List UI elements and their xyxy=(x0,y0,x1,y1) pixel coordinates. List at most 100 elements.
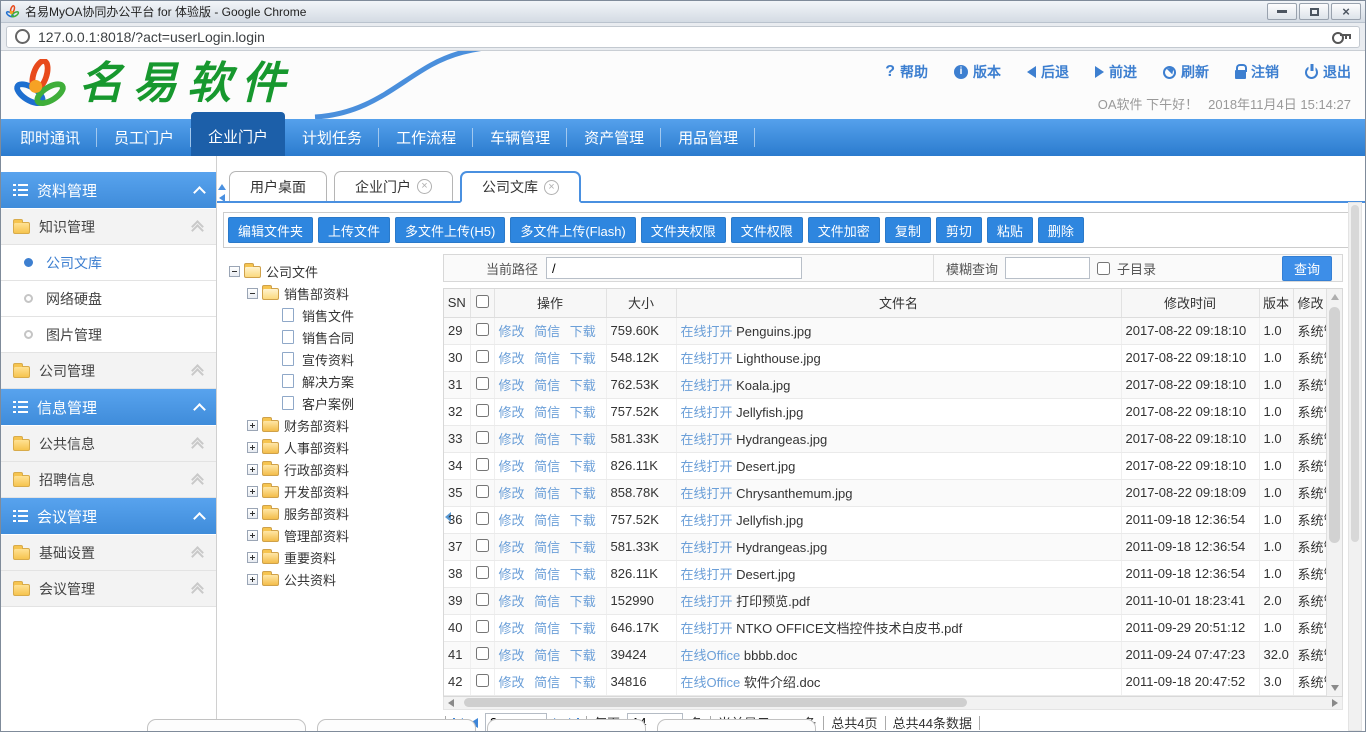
content-tab[interactable]: 企业门户 × xyxy=(334,171,453,201)
sidebar-item[interactable]: 会议管理 xyxy=(1,571,216,607)
tree-node[interactable]: 财务部资料 xyxy=(227,414,443,436)
search-input[interactable] xyxy=(1005,257,1090,279)
download-link[interactable]: 下载 xyxy=(570,405,596,420)
select-all-checkbox[interactable] xyxy=(476,295,489,308)
row-checkbox[interactable] xyxy=(476,323,489,336)
back-link[interactable]: 后退 xyxy=(1027,62,1069,82)
row-checkbox[interactable] xyxy=(476,620,489,633)
sidebar-item[interactable]: 公司管理 xyxy=(1,353,216,389)
toolbar-button[interactable]: 剪切 xyxy=(936,217,982,243)
double-chevron-up-icon[interactable] xyxy=(192,365,204,377)
row-checkbox[interactable] xyxy=(476,647,489,660)
maximize-button[interactable] xyxy=(1299,3,1329,20)
nav-tab[interactable]: 计划任务 xyxy=(285,119,379,156)
open-online-link[interactable]: 在线打开 xyxy=(681,621,733,636)
nav-tab[interactable]: 用品管理 xyxy=(661,119,755,156)
edit-link[interactable]: 修改 xyxy=(499,567,525,582)
message-link[interactable]: 简信 xyxy=(534,459,560,474)
open-online-link[interactable]: 在线打开 xyxy=(681,459,733,474)
download-link[interactable]: 下载 xyxy=(570,432,596,447)
tree-node[interactable]: 销售合同 xyxy=(227,326,443,348)
open-online-link[interactable]: 在线Office xyxy=(681,648,741,663)
nav-tab[interactable]: 车辆管理 xyxy=(473,119,567,156)
download-link[interactable]: 下载 xyxy=(570,621,596,636)
nav-tab[interactable]: 员工门户 xyxy=(97,119,191,156)
edit-link[interactable]: 修改 xyxy=(499,459,525,474)
subdir-checkbox[interactable] xyxy=(1097,262,1110,275)
url-input[interactable]: 127.0.0.1:8018/?act=userLogin.login xyxy=(6,26,1360,48)
table-horizontal-scrollbar[interactable] xyxy=(443,697,1343,710)
download-link[interactable]: 下载 xyxy=(570,648,596,663)
toolbar-button[interactable]: 文件夹权限 xyxy=(641,217,726,243)
nav-tab[interactable]: 即时通讯 xyxy=(3,119,97,156)
edit-link[interactable]: 修改 xyxy=(499,621,525,636)
nav-tab[interactable]: 资产管理 xyxy=(567,119,661,156)
message-link[interactable]: 简信 xyxy=(534,648,560,663)
close-tab-icon[interactable]: × xyxy=(417,179,432,194)
double-chevron-up-icon[interactable] xyxy=(192,547,204,559)
nav-tab[interactable]: 工作流程 xyxy=(379,119,473,156)
row-checkbox[interactable] xyxy=(476,512,489,525)
edit-link[interactable]: 修改 xyxy=(499,540,525,555)
open-online-link[interactable]: 在线打开 xyxy=(681,432,733,447)
toolbar-button[interactable]: 文件加密 xyxy=(808,217,880,243)
message-link[interactable]: 简信 xyxy=(534,405,560,420)
double-chevron-up-icon[interactable] xyxy=(192,221,204,233)
content-tab[interactable]: 公司文库 × xyxy=(460,171,581,203)
sidebar-item[interactable]: 基础设置 xyxy=(1,535,216,571)
tree-toggle-icon[interactable] xyxy=(247,288,258,299)
download-link[interactable]: 下载 xyxy=(570,459,596,474)
download-link[interactable]: 下载 xyxy=(570,351,596,366)
open-online-link[interactable]: 在线打开 xyxy=(681,351,733,366)
row-checkbox[interactable] xyxy=(476,431,489,444)
edit-link[interactable]: 修改 xyxy=(499,486,525,501)
sidebar-item[interactable]: 公共信息 xyxy=(1,426,216,462)
page-info-icon[interactable] xyxy=(15,29,30,44)
tree-node[interactable]: 解决方案 xyxy=(227,370,443,392)
download-link[interactable]: 下载 xyxy=(570,378,596,393)
toolbar-button[interactable]: 删除 xyxy=(1038,217,1084,243)
sidebar-item[interactable]: 信息管理 xyxy=(1,389,216,426)
message-link[interactable]: 简信 xyxy=(534,594,560,609)
tree-node[interactable]: 重要资料 xyxy=(227,546,443,568)
download-link[interactable]: 下载 xyxy=(570,594,596,609)
sidebar-item[interactable]: 会议管理 xyxy=(1,498,216,535)
tree-toggle-icon[interactable] xyxy=(247,420,258,431)
toolbar-button[interactable]: 复制 xyxy=(885,217,931,243)
content-tab[interactable]: 用户桌面 × xyxy=(229,171,327,201)
row-checkbox[interactable] xyxy=(476,539,489,552)
edit-link[interactable]: 修改 xyxy=(499,513,525,528)
message-link[interactable]: 简信 xyxy=(534,540,560,555)
tree-node[interactable]: 销售文件 xyxy=(227,304,443,326)
message-link[interactable]: 简信 xyxy=(534,324,560,339)
download-link[interactable]: 下载 xyxy=(570,486,596,501)
edit-link[interactable]: 修改 xyxy=(499,405,525,420)
message-link[interactable]: 简信 xyxy=(534,675,560,690)
message-link[interactable]: 简信 xyxy=(534,621,560,636)
open-online-link[interactable]: 在线打开 xyxy=(681,567,733,582)
download-link[interactable]: 下载 xyxy=(570,513,596,528)
tree-node[interactable]: 人事部资料 xyxy=(227,436,443,458)
tree-toggle-icon[interactable] xyxy=(247,442,258,453)
edit-link[interactable]: 修改 xyxy=(499,324,525,339)
tree-toggle-icon[interactable] xyxy=(247,574,258,585)
double-chevron-up-icon[interactable] xyxy=(192,438,204,450)
table-vertical-scrollbar[interactable] xyxy=(1326,289,1342,696)
tree-toggle-icon[interactable] xyxy=(247,486,258,497)
scroll-left-icon[interactable] xyxy=(448,699,454,707)
message-link[interactable]: 简信 xyxy=(534,567,560,582)
sidebar-item[interactable]: 资料管理 xyxy=(1,172,216,209)
scroll-right-icon[interactable] xyxy=(1332,699,1338,707)
edit-link[interactable]: 修改 xyxy=(499,432,525,447)
sidebar-item[interactable]: 图片管理 xyxy=(1,317,216,353)
double-chevron-up-icon[interactable] xyxy=(192,474,204,486)
minimize-button[interactable] xyxy=(1267,3,1297,20)
message-link[interactable]: 简信 xyxy=(534,378,560,393)
tree-toggle-icon[interactable] xyxy=(247,530,258,541)
double-chevron-up-icon[interactable] xyxy=(192,583,204,595)
edit-link[interactable]: 修改 xyxy=(499,648,525,663)
message-link[interactable]: 简信 xyxy=(534,351,560,366)
key-icon[interactable] xyxy=(1332,32,1351,41)
exit-link[interactable]: 退出 xyxy=(1305,62,1351,82)
open-online-link[interactable]: 在线打开 xyxy=(681,594,733,609)
